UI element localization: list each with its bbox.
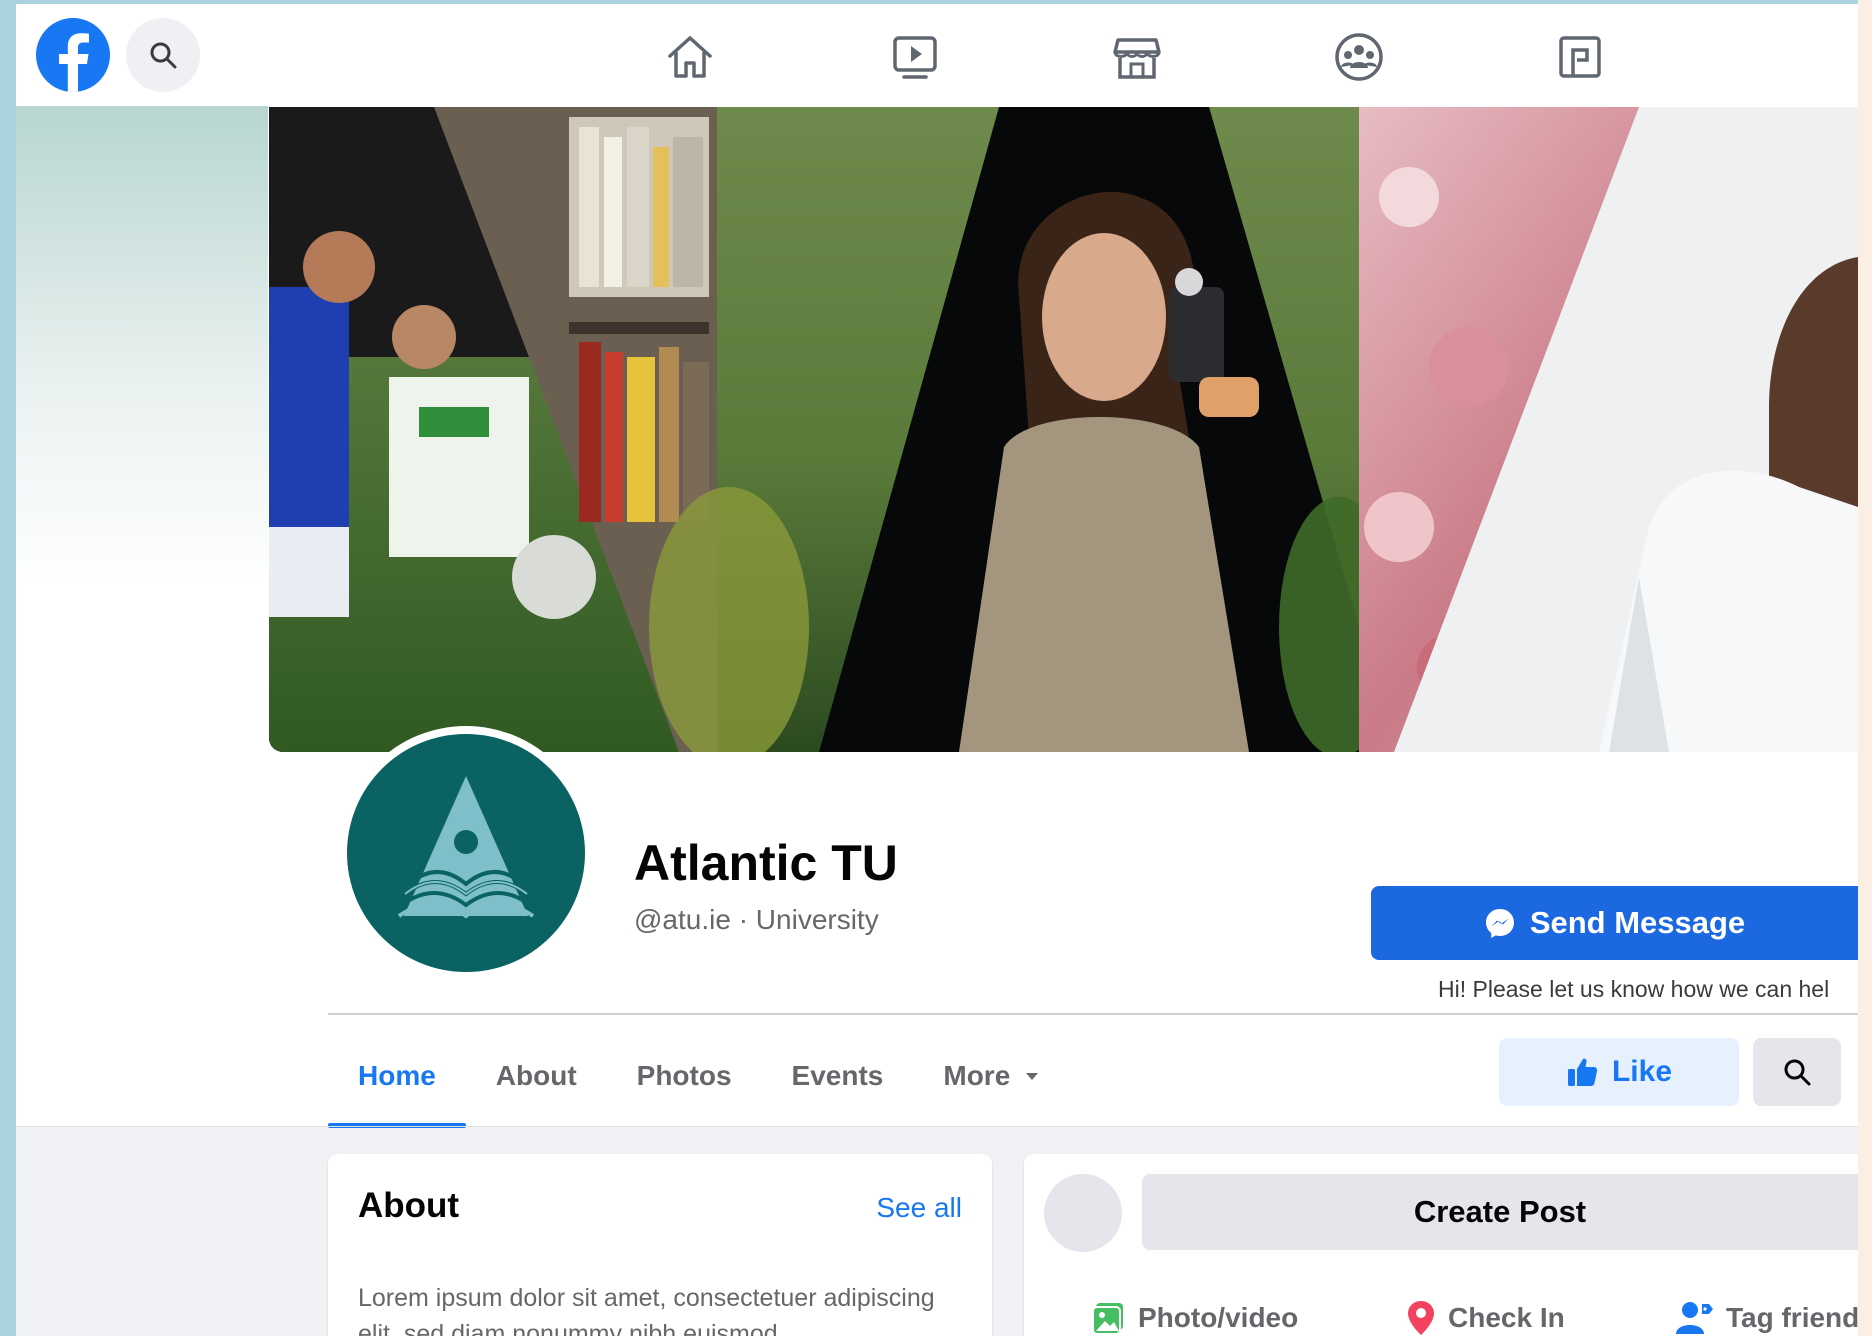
- side-gradient: [16, 106, 268, 586]
- see-all-link[interactable]: See all: [876, 1192, 962, 1224]
- top-navigation-bar: [16, 4, 1858, 107]
- tab-more-label: More: [943, 1060, 1011, 1091]
- tab-about[interactable]: About: [466, 1024, 607, 1128]
- cover-photo[interactable]: [269, 107, 1858, 752]
- home-icon[interactable]: [663, 30, 717, 84]
- page-tabs: Home About Photos Events More: [328, 1024, 1074, 1128]
- cover-collage: [269, 107, 1858, 752]
- avatar: [1044, 1174, 1122, 1252]
- tab-home[interactable]: Home: [328, 1024, 466, 1128]
- marketplace-icon[interactable]: [1110, 30, 1164, 84]
- tab-photos[interactable]: Photos: [607, 1024, 762, 1128]
- search-button[interactable]: [126, 18, 200, 92]
- photo-video-label: Photo/video: [1138, 1302, 1299, 1333]
- page-subtitle: @atu.ie · University: [634, 904, 879, 935]
- send-message-label: Send Message: [1529, 905, 1746, 940]
- gaming-icon[interactable]: [1553, 30, 1607, 84]
- thumbs-up-icon: [1567, 1058, 1598, 1086]
- like-label: Like: [1611, 1055, 1673, 1088]
- background-strip: [1858, 0, 1872, 1336]
- page-title: Atlantic TU: [634, 835, 898, 891]
- tab-more[interactable]: More: [913, 1024, 1074, 1128]
- tag-friend-label: Tag friend: [1726, 1302, 1858, 1333]
- header-divider: [328, 1013, 1858, 1015]
- post-actions-row: Photo/video Check In Tag friend: [1024, 1288, 1858, 1336]
- search-icon: [150, 42, 177, 69]
- photo-video-icon: [1092, 1303, 1123, 1335]
- about-description: Lorem ipsum dolor sit amet, consectetuer…: [358, 1284, 935, 1336]
- profile-picture[interactable]: [347, 734, 585, 972]
- browser-viewport: Atlantic TU @atu.ie · University Send Me…: [16, 4, 1858, 1336]
- create-post-card: Create Post Photo/video Check In Tag fri…: [1024, 1154, 1858, 1336]
- caret-down-icon: [1026, 1073, 1039, 1080]
- check-in-button[interactable]: Check In: [1406, 1288, 1565, 1336]
- about-heading: About: [358, 1186, 460, 1225]
- watch-icon[interactable]: [888, 30, 942, 84]
- tab-events[interactable]: Events: [762, 1024, 914, 1128]
- like-button[interactable]: Like: [1499, 1038, 1739, 1106]
- tag-friend-button[interactable]: Tag friend: [1676, 1288, 1858, 1336]
- search-icon: [1784, 1059, 1811, 1086]
- about-card: About See all Lorem ipsum dolor sit amet…: [328, 1154, 992, 1336]
- send-message-button[interactable]: Send Message: [1371, 886, 1858, 960]
- facebook-logo-icon[interactable]: [36, 18, 110, 92]
- check-in-label: Check In: [1448, 1302, 1565, 1333]
- atu-logo-icon: [397, 776, 535, 919]
- message-helper-text: Hi! Please let us know how we can hel: [1438, 976, 1830, 1002]
- create-post-button[interactable]: Create Post: [1142, 1174, 1858, 1250]
- groups-icon[interactable]: [1332, 30, 1386, 84]
- photo-video-button[interactable]: Photo/video: [1090, 1288, 1298, 1336]
- header-bottom-border: [16, 1126, 1858, 1127]
- messenger-icon: [1485, 909, 1514, 938]
- location-pin-icon: [1408, 1301, 1434, 1335]
- page-search-button[interactable]: [1753, 1038, 1841, 1106]
- tag-friend-icon: [1676, 1302, 1713, 1334]
